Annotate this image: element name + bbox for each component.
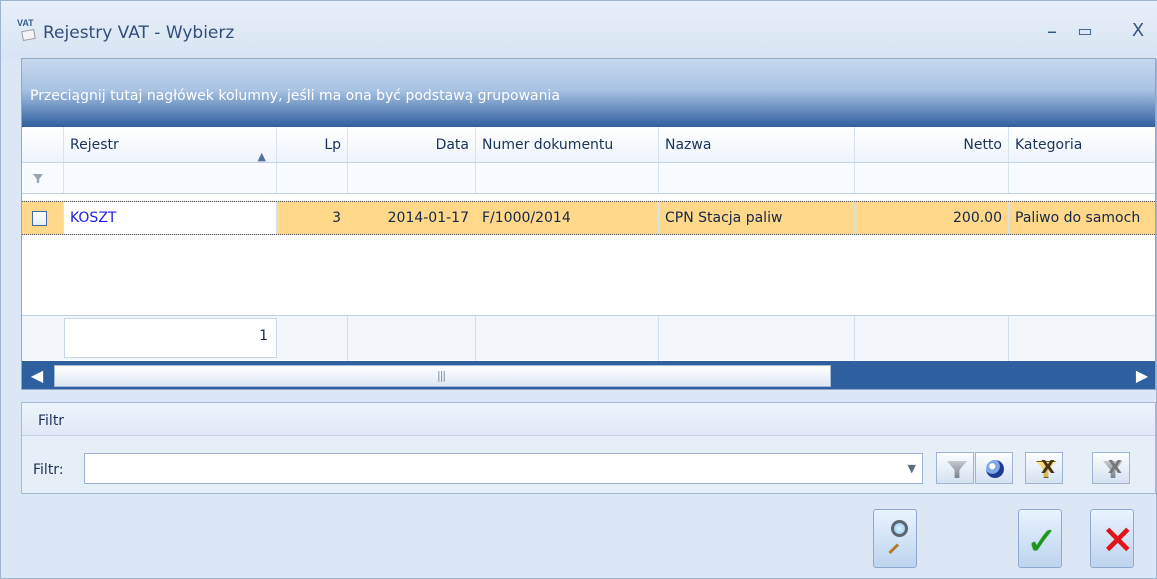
footer-netto-cell [855, 316, 1009, 361]
vat-register-window: VAT Rejestry VAT - Wybierz – ▭ X Przecią… [0, 0, 1157, 579]
footer-kategoria-cell [1009, 316, 1155, 361]
dropdown-arrow-icon[interactable]: ▼ [908, 462, 916, 475]
filter-input[interactable]: ▼ [84, 453, 923, 484]
grid-footer: 1 [22, 315, 1155, 361]
title-bar: VAT Rejestry VAT - Wybierz – ▭ X [1, 1, 1157, 59]
cancel-x-icon: × [1101, 516, 1135, 562]
maximize-button[interactable]: ▭ [1071, 17, 1099, 45]
apply-filter-button[interactable]: X [1025, 452, 1063, 484]
data-cell[interactable]: 2014-01-17 [348, 202, 476, 234]
filter-section-title: Filtr [38, 413, 65, 429]
scroll-right-icon[interactable]: ▶ [1127, 361, 1155, 389]
column-header-kategoria[interactable]: Kategoria [1009, 127, 1155, 162]
row-checkbox[interactable] [32, 211, 47, 226]
netto-filter-cell[interactable] [855, 163, 1009, 193]
remove-filter-button[interactable]: X [1092, 452, 1130, 484]
lp-cell[interactable]: 3 [277, 202, 348, 234]
group-by-panel[interactable]: Przeciągnij tutaj nagłówek kolumny, jeśl… [22, 59, 1155, 127]
selection-column-header[interactable] [22, 127, 64, 162]
rejestr-filter-cell[interactable] [64, 163, 277, 193]
preview-button[interactable] [873, 509, 917, 568]
column-header-lp[interactable]: Lp [277, 127, 348, 162]
filter-icon [33, 174, 43, 183]
lp-filter-cell[interactable] [277, 163, 348, 193]
clear-filter-icon [986, 460, 1004, 478]
magnifier-icon [891, 520, 908, 537]
column-header-numer-dokumentu[interactable]: Numer dokumentu [476, 127, 659, 162]
footer-lp-cell [277, 316, 348, 361]
filter-row-icon-cell[interactable] [22, 163, 64, 193]
nazwa-filter-cell[interactable] [659, 163, 855, 193]
ok-button[interactable]: ✓ [1018, 509, 1062, 568]
horizontal-scrollbar[interactable]: ◀ ||| ▶ [22, 361, 1155, 389]
grid-header: Rejestr ▲ Lp Data Numer dokumentu Nazwa … [22, 127, 1155, 163]
column-header-rejestr[interactable]: Rejestr ▲ [64, 127, 277, 163]
netto-cell[interactable]: 200.00 [855, 202, 1009, 234]
kategoria-filter-cell[interactable] [1009, 163, 1155, 193]
vat-document-icon: VAT [17, 18, 45, 46]
table-row[interactable]: KOSZT 3 2014-01-17 F/1000/2014 CPN Stacj… [22, 201, 1155, 235]
scroll-left-icon[interactable]: ◀ [22, 361, 52, 389]
group-by-hint: Przeciągnij tutaj nagłówek kolumny, jeśl… [30, 88, 560, 104]
disabled-filter-x-icon: X [1108, 457, 1122, 478]
column-header-nazwa[interactable]: Nazwa [659, 127, 855, 162]
vat-icon-label: VAT [17, 18, 34, 28]
footer-numer-cell [476, 316, 659, 361]
filter-label: Filtr: [33, 462, 64, 478]
window-title: Rejestry VAT - Wybierz [43, 23, 235, 43]
numer-dokumentu-cell[interactable]: F/1000/2014 [476, 202, 659, 234]
minimize-button[interactable]: – [1038, 17, 1066, 45]
rejestr-cell[interactable]: KOSZT [64, 202, 277, 234]
nazwa-cell[interactable]: CPN Stacja paliw [659, 202, 855, 234]
kategoria-cell[interactable]: Paliwo do samoch [1009, 202, 1155, 234]
scrollbar-thumb[interactable]: ||| [54, 365, 831, 387]
column-header-data[interactable]: Data [348, 127, 476, 162]
column-header-rejestr-label: Rejestr [70, 137, 119, 153]
column-filter-row [22, 163, 1155, 194]
numer-filter-cell[interactable] [476, 163, 659, 193]
footer-data-cell [348, 316, 476, 361]
record-count: 1 [64, 318, 277, 358]
checkmark-icon: ✓ [1026, 519, 1058, 563]
clear-filter-button[interactable] [975, 452, 1013, 484]
footer-nazwa-cell [659, 316, 855, 361]
close-button[interactable]: X [1124, 17, 1152, 45]
filter-x-icon: X [1041, 457, 1055, 478]
filter-section-header: Filtr [22, 403, 1155, 436]
cancel-button[interactable]: × [1090, 509, 1135, 568]
filter-options-icon [947, 461, 967, 478]
row-selection-cell[interactable] [22, 202, 64, 234]
column-header-netto[interactable]: Netto [855, 127, 1009, 162]
filter-options-button[interactable] [936, 452, 974, 484]
filter-panel: Filtr Filtr: ▼ X X [21, 402, 1156, 494]
register-grid: Przeciągnij tutaj nagłówek kolumny, jeśl… [21, 58, 1156, 390]
data-filter-cell[interactable] [348, 163, 476, 193]
document-icon [21, 28, 36, 42]
grip-icon: ||| [437, 369, 446, 382]
